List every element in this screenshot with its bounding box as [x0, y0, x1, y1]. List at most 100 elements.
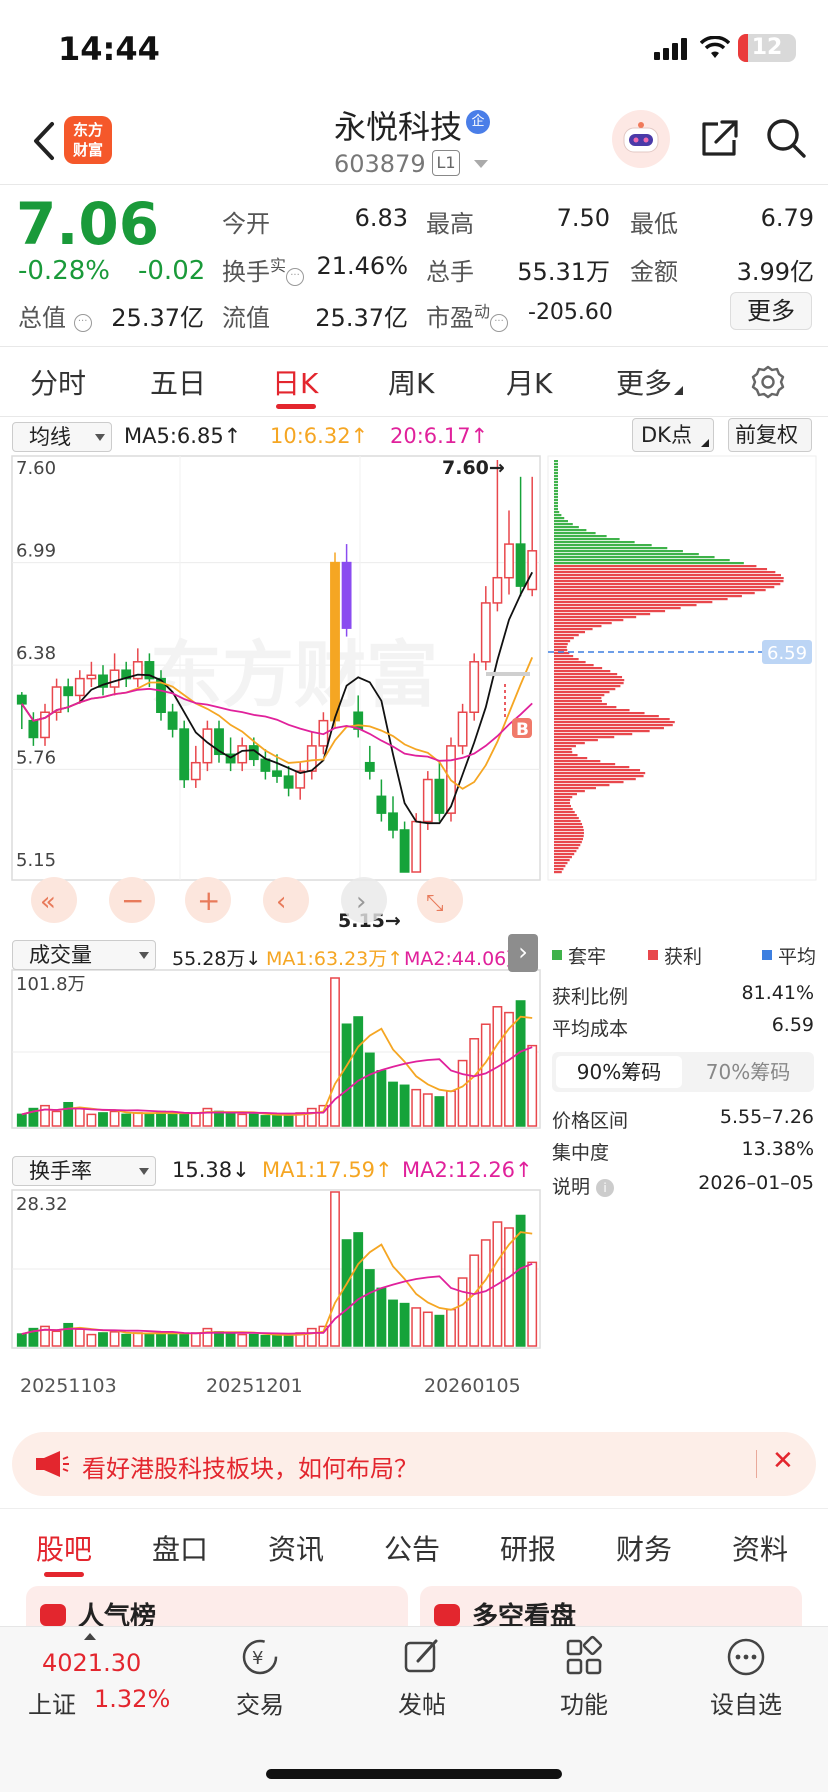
candle-body [16, 694, 27, 705]
chip-row [554, 745, 576, 748]
promo-banner[interactable]: 看好港股科技板块，如何布局？ ✕ [12, 1432, 816, 1496]
sh-index-name[interactable]: 上证 [28, 1685, 76, 1720]
active-tab-indicator [276, 404, 316, 409]
chip-row [554, 580, 784, 583]
grid-icon[interactable] [560, 1633, 608, 1681]
legend-trapped-dot [552, 950, 562, 960]
chip-row [554, 658, 579, 661]
compose-icon[interactable] [398, 1633, 446, 1681]
kline-y-labels: 7.60 6.99 6.38 5.76 5.15 [16, 458, 56, 871]
volume-bar [469, 1038, 480, 1127]
level-badge[interactable]: L1 [432, 150, 460, 176]
candle-body [515, 543, 526, 587]
share-icon[interactable] [698, 118, 740, 160]
scroll-left-button[interactable]: ‹ [263, 877, 309, 923]
volume-bar [527, 1044, 538, 1127]
chip-row [554, 463, 558, 466]
candle-body [376, 795, 387, 814]
trade-icon[interactable]: ¥ [236, 1633, 284, 1681]
tab-research[interactable]: 研报 [500, 1528, 556, 1568]
chip-90-tab[interactable]: 90%筹码 [556, 1056, 682, 1088]
volume-bar [364, 1052, 375, 1127]
last-price: 7.06 [16, 190, 160, 258]
chevron-down-icon[interactable] [474, 160, 488, 168]
scroll-right-button[interactable]: › [341, 877, 387, 923]
more-dots-icon[interactable] [722, 1633, 770, 1681]
close-icon[interactable]: ✕ [772, 1446, 794, 1476]
chip-row [554, 610, 666, 613]
tab-day-k[interactable]: 日K [272, 362, 318, 402]
y-axis-label: 5.15 [16, 850, 56, 871]
chip-row [554, 667, 603, 670]
chip-row [554, 643, 568, 646]
nav-add-watchlist[interactable]: 设自选 [686, 1685, 806, 1720]
tab-more-periods[interactable]: 更多 [616, 362, 684, 402]
ma20-value: 20:6.17↑ [390, 424, 489, 448]
svg-text:›: › [356, 887, 366, 917]
scroll-far-left-button[interactable]: « [31, 877, 77, 923]
volume-bar [202, 1327, 213, 1347]
tab-five-day[interactable]: 五日 [150, 362, 206, 402]
candle-body [527, 550, 538, 591]
chip-row [554, 631, 586, 634]
volume-bar [237, 1333, 248, 1347]
tab-profile[interactable]: 资料 [732, 1528, 788, 1568]
price-adjust-button[interactable]: 前复权 [728, 418, 812, 452]
chip-row [554, 868, 564, 871]
chip-70-tab[interactable]: 70%筹码 [686, 1056, 810, 1088]
nav-trade[interactable]: 交易 [200, 1685, 320, 1720]
svg-text:B: B [516, 720, 529, 740]
zoom-out-button[interactable]: − [109, 877, 155, 923]
chip-row [554, 838, 583, 841]
turnover-label: 换手实··· [222, 252, 305, 287]
popularity-card[interactable]: 人气榜 [26, 1586, 408, 1632]
tab-intraday[interactable]: 分时 [30, 362, 86, 402]
bull-bear-card[interactable]: 多空看盘 [420, 1586, 802, 1632]
volume-bar [144, 1113, 155, 1127]
chip-row [554, 700, 602, 703]
volume-bar [51, 1330, 62, 1347]
legend-average: 平均 [778, 946, 817, 968]
gear-icon[interactable] [750, 364, 786, 400]
nav-functions[interactable]: 功能 [524, 1685, 644, 1720]
tab-week-k[interactable]: 周K [388, 362, 434, 402]
float-cap-value: 25.37亿 [315, 304, 408, 332]
volume-bar [388, 1081, 398, 1127]
dk-point-button[interactable]: DK点 [632, 418, 714, 452]
sh-index-change[interactable]: 1.32% [94, 1685, 170, 1713]
tab-financials[interactable]: 财务 [616, 1528, 672, 1568]
candle-body [480, 602, 491, 663]
x-axis-label: 20251103 [20, 1375, 117, 1397]
app-logo: 东方 财富 [64, 116, 112, 164]
price-range-value: 5.55–7.26 [719, 1106, 814, 1128]
turnover-indicator-select[interactable]: 换手率 [12, 1156, 156, 1186]
chip-row [554, 799, 571, 802]
candle-body [237, 745, 248, 764]
stock-chart[interactable]: 东方财富 7.606.996.385.765.15 7.60→ 5.15→ B … [0, 450, 828, 1420]
b-marker[interactable]: B [512, 718, 532, 740]
volume-indicator-select[interactable]: 成交量 [12, 940, 156, 970]
candle-body [364, 761, 375, 772]
search-icon[interactable] [764, 116, 808, 160]
high-label: 最高 [426, 210, 474, 238]
chip-row [554, 760, 601, 763]
fullscreen-button[interactable]: ⤡ [417, 877, 463, 923]
volume-bar [260, 1115, 271, 1127]
sh-index-value[interactable]: 4021.30 [42, 1649, 141, 1677]
chip-row [554, 757, 588, 760]
ai-assistant-avatar[interactable] [612, 110, 670, 168]
back-arrow-icon[interactable] [24, 118, 64, 164]
indicator-select[interactable]: 均线 [12, 422, 112, 452]
chip-row [554, 577, 784, 580]
chip-row [554, 574, 781, 577]
tab-announcements[interactable]: 公告 [384, 1528, 440, 1568]
more-quote-button[interactable]: 更多 [730, 292, 812, 330]
tab-order-book[interactable]: 盘口 [152, 1528, 208, 1568]
zoom-in-button[interactable]: + [185, 877, 231, 923]
tab-month-k[interactable]: 月K [506, 362, 552, 402]
tab-guba[interactable]: 股吧 [36, 1528, 92, 1568]
chip-row [554, 850, 577, 853]
nav-post[interactable]: 发帖 [362, 1685, 482, 1720]
tab-news[interactable]: 资讯 [268, 1528, 324, 1568]
expand-right-button[interactable]: › [508, 934, 538, 972]
